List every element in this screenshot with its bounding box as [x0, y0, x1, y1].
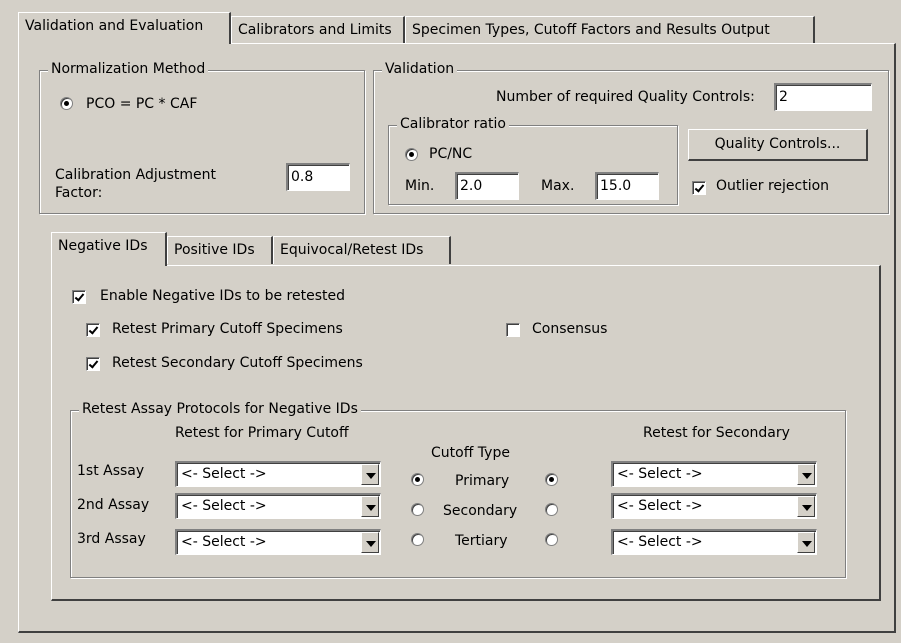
secondary-cutoff-radio-3[interactable] — [545, 533, 558, 546]
tab-calibrators-and-limits[interactable]: Calibrators and Limits — [231, 16, 405, 44]
secondary-assay-1-value: <- Select -> — [617, 466, 703, 482]
chevron-down-icon[interactable] — [361, 464, 379, 485]
retest-protocols-title: Retest Assay Protocols for Negative IDs — [79, 401, 361, 417]
chevron-down-icon[interactable] — [797, 532, 815, 553]
negative-ids-panel: Enable Negative IDs to be retested Retes… — [51, 265, 881, 601]
tab-positive-ids[interactable]: Positive IDs — [167, 236, 273, 264]
secondary-assay-2-select[interactable]: <- Select -> — [611, 493, 817, 519]
consensus-checkbox[interactable] — [506, 323, 520, 337]
cutoff-type-header: Cutoff Type — [431, 445, 510, 461]
chevron-down-icon[interactable] — [361, 532, 379, 553]
min-label: Min. — [405, 178, 435, 194]
cutoff-type-2-label: Secondary — [443, 503, 518, 519]
min-input[interactable]: 2.0 — [455, 172, 519, 200]
primary-assay-3-select[interactable]: <- Select -> — [175, 529, 381, 555]
tab-validation-and-evaluation[interactable]: Validation and Evaluation — [18, 12, 231, 44]
primary-assay-1-select[interactable]: <- Select -> — [175, 461, 381, 487]
primary-cutoff-radio-3[interactable] — [411, 533, 424, 546]
max-label: Max. — [541, 178, 575, 194]
retest-primary-checkbox[interactable] — [86, 323, 100, 337]
primary-assay-3-value: <- Select -> — [181, 534, 267, 550]
assay-row-2-label: 2nd Assay — [77, 497, 150, 513]
consensus-label: Consensus — [532, 321, 608, 337]
chevron-down-icon[interactable] — [797, 464, 815, 485]
secondary-assay-1-select[interactable]: <- Select -> — [611, 461, 817, 487]
secondary-cutoff-radio-2[interactable] — [545, 503, 558, 516]
primary-cutoff-radio-1[interactable] — [411, 473, 424, 486]
secondary-cutoff-radio-1[interactable] — [545, 473, 558, 486]
caf-input[interactable]: 0.8 — [286, 163, 350, 191]
secondary-header: Retest for Secondary — [643, 425, 790, 441]
chevron-down-icon[interactable] — [797, 496, 815, 517]
retest-secondary-label: Retest Secondary Cutoff Specimens — [112, 355, 363, 371]
primary-cutoff-header: Retest for Primary Cutoff — [175, 425, 349, 441]
primary-cutoff-radio-2[interactable] — [411, 503, 424, 516]
caf-label-line2: Factor: — [55, 185, 103, 201]
cutoff-type-1-label: Primary — [455, 473, 510, 489]
pco-radio[interactable] — [60, 97, 73, 110]
enable-negative-retest-label: Enable Negative IDs to be retested — [100, 288, 345, 304]
primary-assay-1-value: <- Select -> — [181, 466, 267, 482]
tab-equivocal-retest-ids[interactable]: Equivocal/Retest IDs — [273, 236, 451, 264]
pco-radio-label: PCO = PC * CAF — [86, 96, 198, 112]
pc-nc-radio[interactable] — [405, 148, 418, 161]
secondary-assay-3-select[interactable]: <- Select -> — [611, 529, 817, 555]
retest-primary-label: Retest Primary Cutoff Specimens — [112, 321, 343, 337]
qc-count-label: Number of required Quality Controls: — [496, 89, 755, 105]
pc-nc-label: PC/NC — [429, 146, 473, 162]
normalization-method-group: Normalization Method PCO = PC * CAF Cali… — [39, 61, 365, 214]
chevron-down-icon[interactable] — [361, 496, 379, 517]
calibrator-ratio-title: Calibrator ratio — [397, 116, 509, 132]
qc-count-input[interactable]: 2 — [774, 83, 872, 111]
assay-row-1-label: 1st Assay — [77, 463, 145, 479]
tab-specimen-types[interactable]: Specimen Types, Cutoff Factors and Resul… — [405, 16, 815, 44]
primary-assay-2-select[interactable]: <- Select -> — [175, 493, 381, 519]
cutoff-type-3-label: Tertiary — [455, 533, 508, 549]
caf-label-line1: Calibration Adjustment — [55, 167, 216, 183]
outlier-rejection-label: Outlier rejection — [716, 178, 830, 194]
tab-negative-ids[interactable]: Negative IDs — [51, 232, 167, 266]
retest-secondary-checkbox[interactable] — [86, 357, 100, 371]
max-input[interactable]: 15.0 — [595, 172, 659, 200]
secondary-assay-3-value: <- Select -> — [617, 534, 703, 550]
enable-negative-retest-checkbox[interactable] — [72, 290, 86, 304]
retest-protocols-group: Retest Assay Protocols for Negative IDs … — [70, 401, 846, 578]
normalization-method-title: Normalization Method — [48, 61, 209, 77]
quality-controls-button[interactable]: Quality Controls... — [688, 129, 868, 161]
validation-group: Validation Number of required Quality Co… — [373, 61, 889, 214]
calibrator-ratio-group: Calibrator ratio PC/NC Min. 2.0 Max. 15.… — [388, 116, 678, 205]
assay-row-3-label: 3rd Assay — [77, 531, 146, 547]
secondary-assay-2-value: <- Select -> — [617, 498, 703, 514]
outlier-rejection-checkbox[interactable] — [692, 181, 706, 195]
main-panel: Normalization Method PCO = PC * CAF Cali… — [18, 43, 896, 633]
primary-assay-2-value: <- Select -> — [181, 498, 267, 514]
validation-title: Validation — [382, 61, 458, 77]
